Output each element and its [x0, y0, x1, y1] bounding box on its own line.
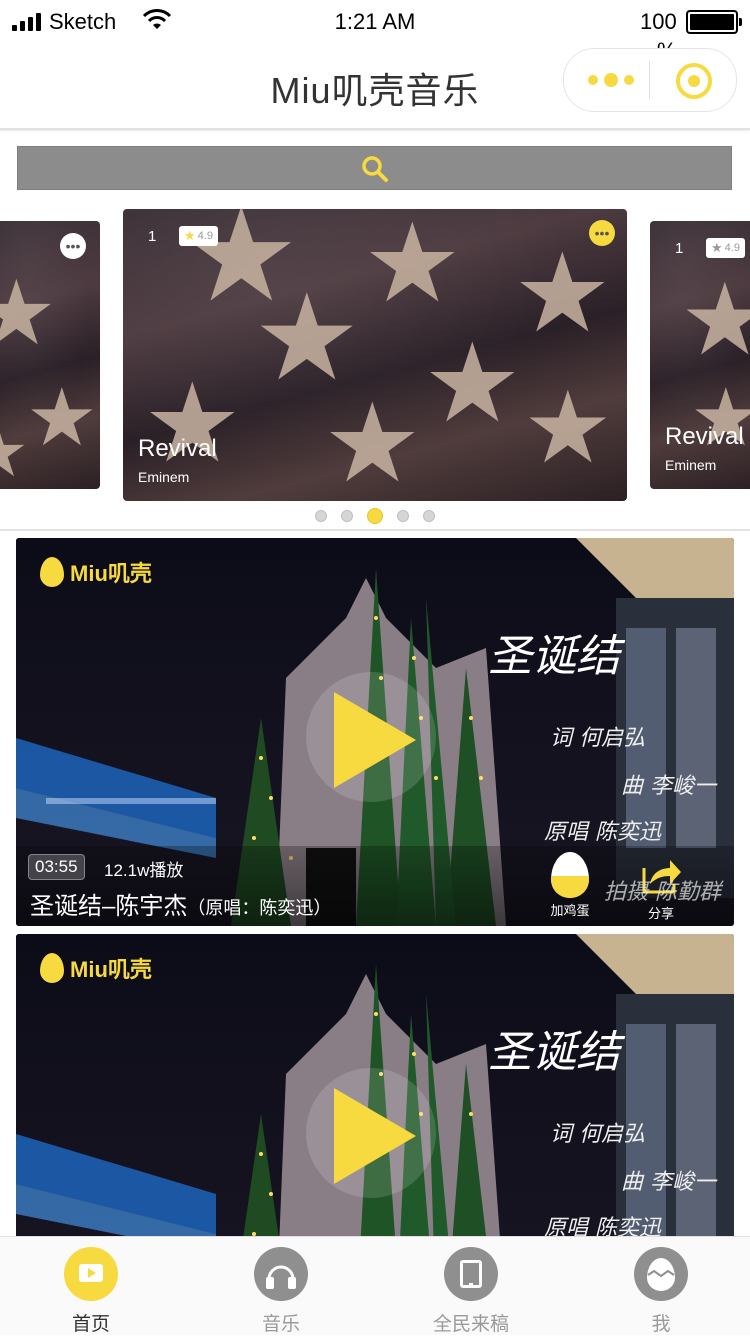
- video-credit: 词 何启弘: [550, 1122, 645, 1147]
- play-count: 12.1w播放: [104, 861, 184, 880]
- play-icon[interactable]: [334, 692, 416, 788]
- star-icon: ★: [184, 228, 196, 243]
- album-artist: Eminem: [665, 457, 717, 473]
- nav-divider: [0, 128, 750, 130]
- brand-watermark: Miu叽壳: [40, 952, 152, 984]
- tab-home[interactable]: 首页: [31, 1247, 151, 1336]
- video-card[interactable]: Miu叽壳 圣诞结 词 何启弘 曲 李峻一 原唱 陈奕迅 拍摄 陈勤群 03:5…: [16, 538, 734, 926]
- brand-watermark-text: Miu叽壳: [70, 561, 152, 586]
- video-credit: 曲 李峻一: [621, 774, 716, 799]
- pager-dot[interactable]: [423, 510, 435, 522]
- battery-icon: [686, 10, 742, 34]
- album-card-next[interactable]: ★ ★ 1 ★ 4.9 Revival Eminem: [650, 221, 750, 489]
- mini-program-capsule: [563, 48, 737, 112]
- egg-icon: [551, 852, 589, 898]
- star-pattern: ★: [143, 362, 242, 485]
- tab-label: 全民来稿: [432, 1314, 509, 1335]
- tab-label: 首页: [71, 1314, 110, 1335]
- song-title-main: 圣诞结–陈宇杰: [30, 893, 188, 920]
- more-options-button[interactable]: •••: [589, 220, 615, 246]
- pager-dot[interactable]: [397, 510, 409, 522]
- video-duration: 03:55: [28, 854, 85, 880]
- more-options-button[interactable]: •••: [60, 233, 86, 259]
- star-pattern: ★: [423, 322, 522, 445]
- tab-bar: 首页 音乐 全民来稿 我: [0, 1236, 750, 1335]
- star-pattern: ★: [523, 372, 613, 484]
- video-credit: 词 何启弘: [550, 726, 645, 751]
- tab-label: 我: [651, 1314, 671, 1335]
- egg-logo-icon: [40, 557, 64, 587]
- star-pattern: ★: [513, 232, 612, 355]
- section-divider: [0, 529, 750, 531]
- profile-egg-icon: [634, 1247, 688, 1301]
- album-rank: 1: [675, 240, 684, 257]
- carousel-pager: [0, 508, 750, 524]
- album-rating: ★ 4.9: [179, 226, 218, 246]
- album-card-prev[interactable]: ★ ★ ★ •••: [0, 221, 100, 489]
- star-pattern: ★: [323, 382, 422, 501]
- play-icon[interactable]: [334, 1088, 416, 1184]
- clock: 1:21 AM: [334, 9, 416, 34]
- album-rating: ★ 4.9: [706, 238, 745, 258]
- brand-watermark-text: Miu叽壳: [70, 957, 152, 982]
- star-pattern: ★: [0, 411, 29, 489]
- star-pattern: ★: [680, 264, 750, 376]
- album-rating-value: 4.9: [724, 242, 740, 254]
- album-card-active[interactable]: ★ ★ ★ ★ ★ ★ ★ ★ 1 ★ 4.9 ••• Revival Emin…: [123, 209, 627, 501]
- tab-music[interactable]: 音乐: [221, 1247, 341, 1336]
- video-credit: 原唱 陈奕迅: [544, 820, 661, 845]
- star-pattern: ★: [363, 209, 462, 325]
- capsule-divider: [649, 61, 650, 99]
- album-title: Revival: [665, 423, 744, 450]
- album-rating-value: 4.9: [197, 230, 213, 242]
- album-title: Revival: [138, 435, 217, 462]
- video-credit: 拍摄 陈勤群: [604, 880, 721, 905]
- tablet-icon: [444, 1247, 498, 1301]
- album-rank: 1: [148, 228, 157, 245]
- tab-label: 音乐: [261, 1314, 300, 1335]
- search-bar[interactable]: [17, 146, 732, 190]
- more-menu-button[interactable]: [588, 71, 646, 89]
- search-icon: [362, 156, 388, 182]
- pager-dot[interactable]: [315, 510, 327, 522]
- song-title-original: （原唱：陈奕迅）: [187, 898, 332, 918]
- home-video-icon: [64, 1247, 118, 1301]
- album-artist: Eminem: [138, 469, 190, 485]
- status-bar: Sketch 1:21 AM 100: [0, 0, 750, 40]
- battery-level: 100: [640, 9, 677, 34]
- headphones-icon: [254, 1247, 308, 1301]
- video-overlay-title: 圣诞结: [488, 631, 620, 682]
- tab-profile[interactable]: 我: [601, 1247, 721, 1336]
- tab-submissions[interactable]: 全民来稿: [411, 1247, 531, 1336]
- add-egg-button[interactable]: 加鸡蛋: [548, 852, 592, 918]
- pager-dot-active[interactable]: [367, 508, 383, 524]
- brand-watermark: Miu叽壳: [40, 556, 152, 588]
- add-egg-label: 加鸡蛋: [550, 903, 590, 918]
- video-credit: 曲 李峻一: [621, 1170, 716, 1195]
- star-pattern: ★: [0, 264, 57, 364]
- video-overlay-title: 圣诞结: [488, 1027, 620, 1078]
- pager-dot[interactable]: [341, 510, 353, 522]
- star-pattern: ★: [26, 373, 98, 462]
- star-icon: ★: [711, 240, 723, 255]
- song-title: 圣诞结–陈宇杰（原唱：陈奕迅）: [30, 886, 331, 921]
- close-mini-program-button[interactable]: [676, 63, 712, 99]
- egg-logo-icon: [40, 953, 64, 983]
